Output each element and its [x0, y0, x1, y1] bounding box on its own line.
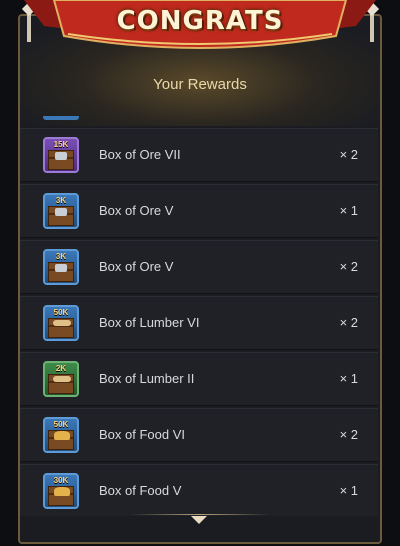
- box-amount-label: 30K: [53, 476, 69, 485]
- reward-name: Box of Lumber VI: [99, 315, 200, 330]
- box-amount-label: 3K: [55, 196, 67, 205]
- lumber-box-icon[interactable]: 50K: [43, 305, 79, 341]
- reward-row: 15K Box of Ore VII × 2: [20, 128, 378, 182]
- reward-quantity: × 1: [339, 203, 358, 218]
- box-amount-label: 50K: [53, 420, 69, 429]
- reward-name: Box of Ore VII: [99, 147, 181, 162]
- footer-divider: [130, 514, 270, 515]
- rewards-list[interactable]: 15K Box of Ore VII × 2 3K Box of Ore V × 1 3K B…: [20, 116, 380, 516]
- rewards-subtitle: Your Rewards: [153, 76, 247, 93]
- lumber-box-icon[interactable]: 2K: [43, 361, 79, 397]
- reward-row: 2K Box of Lumber II × 1: [20, 352, 378, 406]
- reward-name: Box of Ore V: [99, 203, 174, 218]
- ore-box-icon[interactable]: 15K: [43, 137, 79, 173]
- food-box-icon[interactable]: 50K: [43, 417, 79, 453]
- crate-icon: [48, 486, 74, 506]
- reward-name: Box of Ore V: [99, 259, 174, 274]
- crate-icon: [48, 150, 74, 170]
- reward-row: 50K Box of Lumber VI × 2: [20, 296, 378, 350]
- ore-box-icon[interactable]: 3K: [43, 193, 79, 229]
- reward-row: 50K Box of Food VI × 2: [20, 408, 378, 462]
- reward-row: 3K Box of Ore V × 2: [20, 240, 378, 294]
- crate-icon: [48, 318, 74, 338]
- food-box-icon[interactable]: 30K: [43, 473, 79, 509]
- box-amount-label: 15K: [53, 140, 69, 149]
- reward-quantity: × 1: [339, 371, 358, 386]
- congrats-banner: [24, 0, 376, 49]
- reward-quantity: × 2: [339, 427, 358, 442]
- reward-quantity: × 2: [339, 315, 358, 330]
- box-amount-label: 50K: [53, 308, 69, 317]
- crate-icon: [48, 374, 74, 394]
- reward-quantity: × 2: [339, 259, 358, 274]
- box-amount-label: 2K: [55, 364, 67, 373]
- ore-box-icon[interactable]: 3K: [43, 249, 79, 285]
- crate-icon: [48, 262, 74, 282]
- reward-name: Box of Food VI: [99, 427, 185, 442]
- reward-quantity: × 1: [339, 483, 358, 498]
- reward-name: Box of Lumber II: [99, 371, 195, 386]
- reward-name: Box of Food V: [99, 483, 182, 498]
- crate-icon: [48, 206, 74, 226]
- crate-icon: [48, 430, 74, 450]
- reward-row: 30K Box of Food V × 1: [20, 464, 378, 516]
- reward-row: 3K Box of Ore V × 1: [20, 184, 378, 238]
- box-amount-label: 3K: [55, 252, 67, 261]
- reward-quantity: × 2: [339, 147, 358, 162]
- chevron-down-icon[interactable]: [191, 516, 207, 524]
